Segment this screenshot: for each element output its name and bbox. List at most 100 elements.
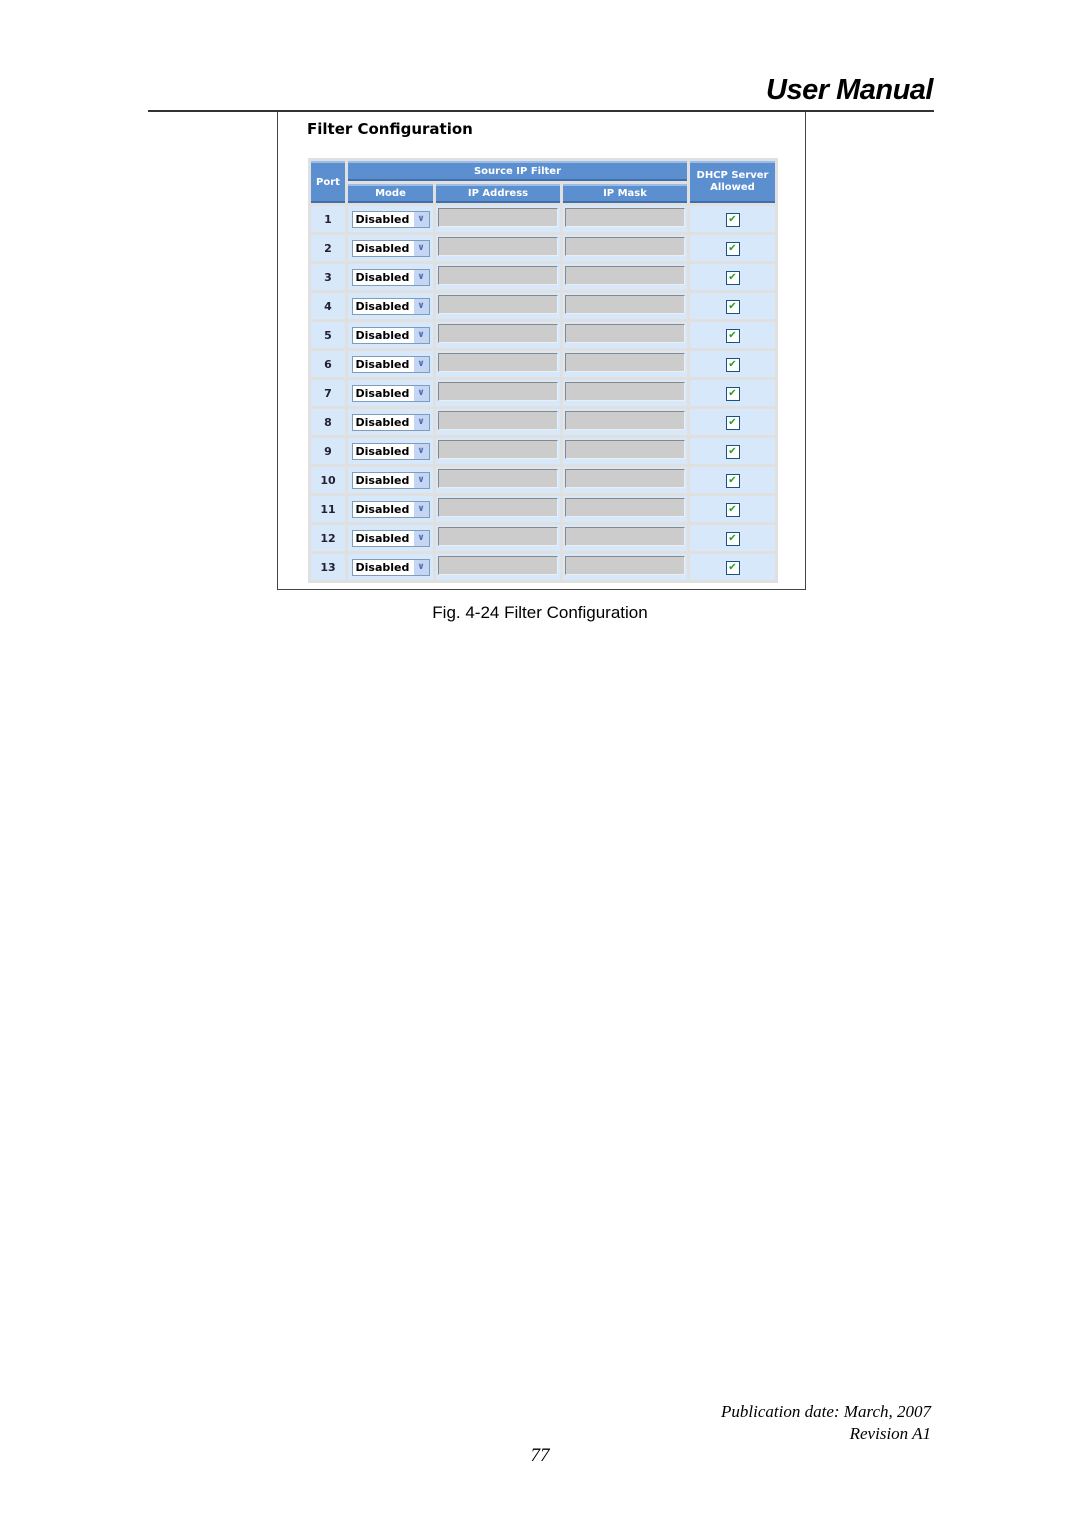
ip-address-input[interactable]	[438, 440, 558, 459]
dhcp-allowed-checkbox[interactable]: ✔	[725, 560, 740, 575]
ip-address-input[interactable]	[438, 411, 558, 430]
publication-info: Publication date: March, 2007 Revision A…	[721, 1401, 931, 1445]
checkmark-icon: ✔	[728, 416, 737, 428]
port-number: 10	[311, 467, 345, 493]
ip-address-cell	[436, 264, 560, 290]
mode-select[interactable]: Disabled ∨	[351, 500, 430, 518]
dhcp-allowed-checkbox[interactable]: ✔	[725, 473, 740, 488]
port-number: 6	[311, 351, 345, 377]
ip-address-input[interactable]	[438, 382, 558, 401]
mode-select[interactable]: Disabled ∨	[351, 558, 430, 576]
table-row: 7 Disabled ∨ ✔	[311, 380, 775, 406]
chevron-down-icon[interactable]: ∨	[413, 298, 429, 314]
mode-select[interactable]: Disabled ∨	[351, 355, 430, 373]
dhcp-allowed-checkbox[interactable]: ✔	[725, 299, 740, 314]
mode-cell: Disabled ∨	[348, 235, 433, 261]
port-number: 8	[311, 409, 345, 435]
dhcp-allowed-checkbox[interactable]: ✔	[725, 241, 740, 256]
dhcp-allowed-checkbox[interactable]: ✔	[725, 270, 740, 285]
mode-select[interactable]: Disabled ∨	[351, 268, 430, 286]
mode-select[interactable]: Disabled ∨	[351, 239, 430, 257]
ip-address-cell	[436, 380, 560, 406]
mode-select[interactable]: Disabled ∨	[351, 210, 430, 228]
port-number: 11	[311, 496, 345, 522]
ip-address-cell	[436, 496, 560, 522]
dhcp-allowed-checkbox[interactable]: ✔	[725, 415, 740, 430]
header-source-ip-filter: Source IP Filter	[348, 161, 687, 181]
chevron-down-icon[interactable]: ∨	[413, 443, 429, 459]
chevron-down-icon[interactable]: ∨	[413, 559, 429, 575]
chevron-down-icon[interactable]: ∨	[413, 327, 429, 343]
ip-mask-input[interactable]	[565, 440, 685, 459]
ip-mask-input[interactable]	[565, 527, 685, 546]
ip-address-input[interactable]	[438, 208, 558, 227]
mode-cell: Disabled ∨	[348, 467, 433, 493]
chevron-down-icon[interactable]: ∨	[413, 530, 429, 546]
chevron-down-icon[interactable]: ∨	[413, 501, 429, 517]
ip-address-input[interactable]	[438, 527, 558, 546]
checkmark-icon: ✔	[728, 474, 737, 486]
ip-address-input[interactable]	[438, 556, 558, 575]
ip-address-input[interactable]	[438, 498, 558, 517]
mode-select[interactable]: Disabled ∨	[351, 529, 430, 547]
ip-address-cell	[436, 409, 560, 435]
checkmark-icon: ✔	[728, 300, 737, 312]
ip-address-input[interactable]	[438, 469, 558, 488]
ip-mask-cell	[563, 235, 687, 261]
ip-mask-input[interactable]	[565, 556, 685, 575]
table-row: 5 Disabled ∨ ✔	[311, 322, 775, 348]
dhcp-allowed-checkbox[interactable]: ✔	[725, 502, 740, 517]
ip-address-input[interactable]	[438, 353, 558, 372]
ip-mask-cell	[563, 554, 687, 580]
ip-address-input[interactable]	[438, 295, 558, 314]
checkmark-icon: ✔	[728, 445, 737, 457]
table-row: 10 Disabled ∨ ✔	[311, 467, 775, 493]
mode-select[interactable]: Disabled ∨	[351, 442, 430, 460]
chevron-down-icon[interactable]: ∨	[413, 472, 429, 488]
page-number: 77	[530, 1445, 550, 1466]
dhcp-allowed-checkbox[interactable]: ✔	[725, 531, 740, 546]
dhcp-allowed-checkbox[interactable]: ✔	[725, 328, 740, 343]
ip-mask-cell	[563, 467, 687, 493]
mode-select[interactable]: Disabled ∨	[351, 297, 430, 315]
mode-select[interactable]: Disabled ∨	[351, 326, 430, 344]
chevron-down-icon[interactable]: ∨	[413, 269, 429, 285]
chevron-down-icon[interactable]: ∨	[413, 211, 429, 227]
dhcp-cell: ✔	[690, 351, 775, 377]
mode-select[interactable]: Disabled ∨	[351, 471, 430, 489]
dhcp-allowed-checkbox[interactable]: ✔	[725, 386, 740, 401]
mode-cell: Disabled ∨	[348, 380, 433, 406]
dhcp-allowed-checkbox[interactable]: ✔	[725, 357, 740, 372]
ip-mask-input[interactable]	[565, 469, 685, 488]
ip-mask-input[interactable]	[565, 295, 685, 314]
ip-address-cell	[436, 525, 560, 551]
mode-select[interactable]: Disabled ∨	[351, 413, 430, 431]
ip-mask-input[interactable]	[565, 498, 685, 517]
ip-address-input[interactable]	[438, 324, 558, 343]
mode-select[interactable]: Disabled ∨	[351, 384, 430, 402]
dhcp-allowed-checkbox[interactable]: ✔	[725, 212, 740, 227]
mode-cell: Disabled ∨	[348, 438, 433, 464]
mode-value: Disabled	[355, 299, 410, 313]
ip-mask-input[interactable]	[565, 237, 685, 256]
ip-address-input[interactable]	[438, 237, 558, 256]
ip-mask-input[interactable]	[565, 353, 685, 372]
ip-address-cell	[436, 322, 560, 348]
ip-mask-input[interactable]	[565, 208, 685, 227]
dhcp-allowed-checkbox[interactable]: ✔	[725, 444, 740, 459]
chevron-down-icon[interactable]: ∨	[413, 240, 429, 256]
port-number: 5	[311, 322, 345, 348]
ip-mask-input[interactable]	[565, 324, 685, 343]
ip-mask-input[interactable]	[565, 382, 685, 401]
mode-value: Disabled	[355, 502, 410, 516]
chevron-down-icon[interactable]: ∨	[413, 356, 429, 372]
table-row: 1 Disabled ∨ ✔	[311, 206, 775, 232]
ip-address-input[interactable]	[438, 266, 558, 285]
ip-mask-input[interactable]	[565, 266, 685, 285]
mode-cell: Disabled ∨	[348, 351, 433, 377]
ip-mask-input[interactable]	[565, 411, 685, 430]
chevron-down-icon[interactable]: ∨	[413, 414, 429, 430]
port-number: 1	[311, 206, 345, 232]
chevron-down-icon[interactable]: ∨	[413, 385, 429, 401]
checkmark-icon: ✔	[728, 503, 737, 515]
